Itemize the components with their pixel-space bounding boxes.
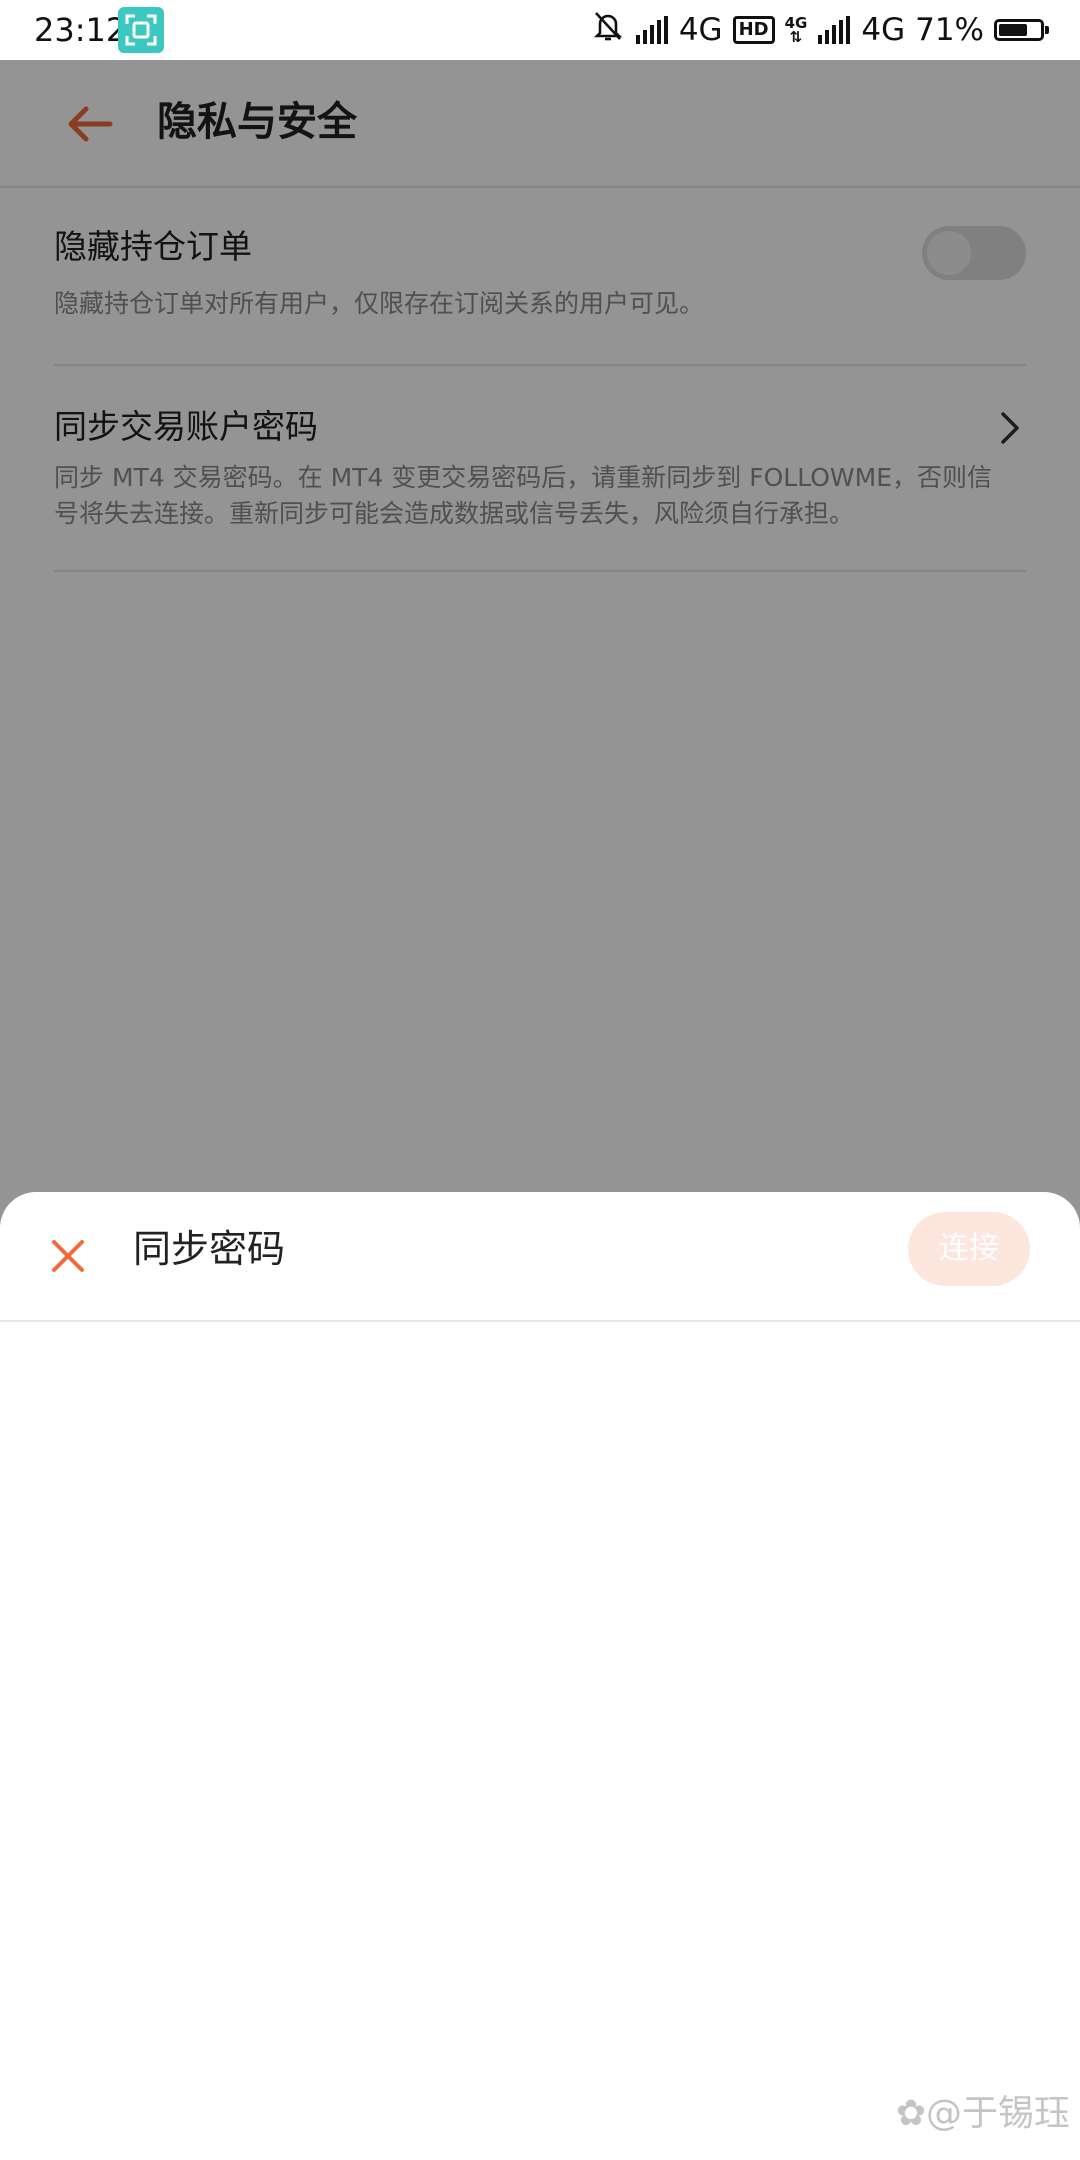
status-time: 23:12 [34,11,127,49]
network-type-label: 4G [678,12,723,48]
signal-icon [635,16,669,44]
watermark-text: @于锡珏 [925,2093,1070,2134]
close-icon [52,1240,84,1272]
status-bar: 23:12 4G HD 4G ⇅ 4G 71% [0,0,1080,60]
battery-fill [999,24,1027,36]
network-type-label-2: 4G [861,12,906,48]
data-activity-label: 4G [784,14,808,32]
watermark-logo-icon: ✿ [895,2093,926,2134]
data-activity-icon: 4G ⇅ [784,14,808,46]
signal-icon-2 [817,16,851,44]
screenshot-icon [118,7,164,53]
battery-percent: 71% [915,12,984,48]
battery-icon [994,19,1049,41]
connect-button[interactable]: 连接 [908,1212,1030,1286]
sync-password-sheet: 同步密码 连接 ✿@于锡珏 [0,1192,1080,2160]
mute-bell-icon [591,9,625,51]
hd-badge: HD [732,16,775,44]
sheet-header: 同步密码 连接 [0,1192,1080,1322]
sheet-title: 同步密码 [133,1227,286,1271]
close-button[interactable] [44,1232,92,1280]
watermark: ✿@于锡珏 [896,2090,1070,2138]
status-icons: 4G HD 4G ⇅ 4G 71% [591,8,1049,52]
